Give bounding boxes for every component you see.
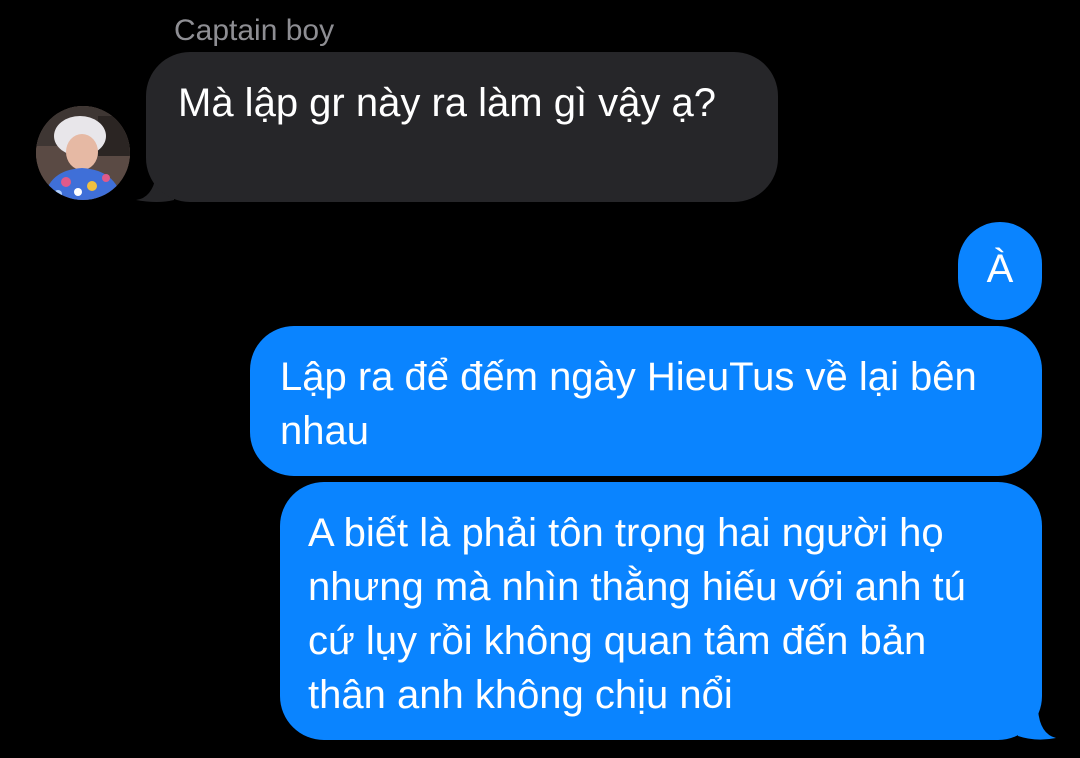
outgoing-message-bubble[interactable]: A biết là phải tôn trọng hai người họ nh…	[280, 482, 1042, 740]
message-text: Lập ra để đếm ngày HieuTus về lại bên nh…	[280, 355, 977, 453]
chat-thread: Captain boy Mà lập gr này ra làm gì vậy …	[0, 0, 1080, 758]
sender-name: Captain boy	[174, 14, 335, 47]
outgoing-message-bubble[interactable]: Lập ra để đếm ngày HieuTus về lại bên nh…	[250, 326, 1042, 476]
incoming-message-bubble[interactable]: Mà lập gr này ra làm gì vậy ạ?	[146, 52, 778, 202]
sender-avatar[interactable]	[36, 106, 130, 200]
message-text: A biết là phải tôn trọng hai người họ nh…	[308, 511, 966, 717]
message-text: À	[986, 247, 1014, 291]
message-text: Mà lập gr này ra làm gì vậy ạ?	[178, 81, 717, 125]
outgoing-message-bubble[interactable]: À	[958, 222, 1042, 320]
avatar-photo-icon	[36, 106, 130, 200]
